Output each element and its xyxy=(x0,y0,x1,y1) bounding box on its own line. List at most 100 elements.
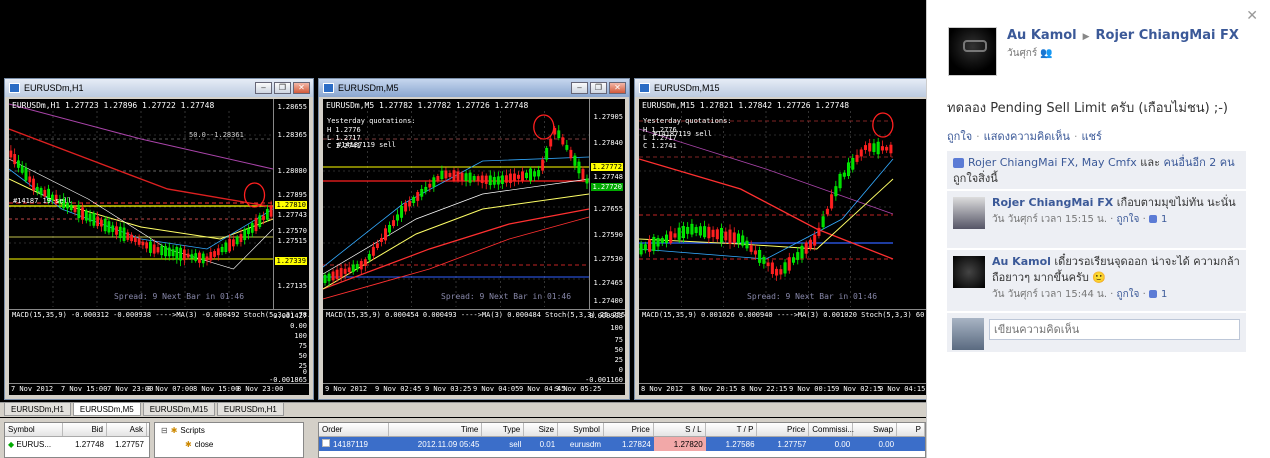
candle-body xyxy=(813,234,817,246)
candle-body xyxy=(838,173,842,189)
tab-eurusd-h1[interactable]: EURUSDm,H1 xyxy=(4,403,71,416)
price-tick: 1.27655 xyxy=(593,205,623,213)
price-chart[interactable]: EURUSDm,M15 1.27821 1.27842 1.27726 1.27… xyxy=(639,99,929,395)
column-header[interactable]: Commissi... xyxy=(809,423,854,436)
order-icon xyxy=(322,439,330,447)
commenter-name[interactable]: Rojer ChiangMai FX xyxy=(992,196,1113,209)
like-link[interactable]: ถูกใจ xyxy=(947,130,972,143)
column-header[interactable]: Symbol xyxy=(5,423,63,436)
column-header[interactable]: Price xyxy=(604,423,654,436)
candle-body xyxy=(84,210,88,221)
candle-body xyxy=(830,194,834,209)
post-time[interactable]: วันศุกร์ 👥 xyxy=(1007,46,1053,61)
take-profit-cell: 1.27586 xyxy=(725,439,755,449)
price-tick: 1.27840 xyxy=(593,139,623,147)
candle-body xyxy=(889,144,893,154)
candle-body xyxy=(855,154,859,162)
restore-button[interactable]: ❐ xyxy=(590,82,607,94)
candle-body xyxy=(732,232,736,243)
commenter-avatar[interactable] xyxy=(953,197,985,229)
price-tick: 1.27465 xyxy=(593,279,623,287)
chart-window-m5[interactable]: EURUSDm,M5 – ❐ ✕ EURUSDm,M5 1.27782 1.27… xyxy=(318,78,630,400)
tab-eurusd-h1-2[interactable]: EURUSDm,H1 xyxy=(216,403,284,416)
column-header[interactable]: Order xyxy=(319,423,389,436)
candle-body xyxy=(581,168,585,180)
candle-body xyxy=(327,273,331,282)
like-count[interactable]: 1 xyxy=(1148,289,1167,300)
comment-link[interactable]: แสดงความคิดเห็น xyxy=(984,130,1070,143)
tab-eurusd-m15[interactable]: EURUSDm,M15 xyxy=(142,403,215,416)
candle-body xyxy=(81,207,84,220)
restore-button[interactable]: ❐ xyxy=(274,82,291,94)
close-icon[interactable]: ✕ xyxy=(1246,8,1258,24)
minimize-button[interactable]: – xyxy=(255,82,272,94)
stop-loss-cell: 1.27820 xyxy=(653,437,706,451)
column-header[interactable]: T / P xyxy=(706,423,758,436)
price-chart[interactable]: EURUSDm,M5 1.27782 1.27782 1.27726 1.277… xyxy=(323,99,625,395)
chart-window-titlebar[interactable]: EURUSDm,H1 – ❐ ✕ xyxy=(5,79,313,97)
candle-body xyxy=(250,223,254,233)
others-link[interactable]: คนอื่นอีก 2 คน xyxy=(1164,156,1235,169)
column-header[interactable]: P xyxy=(897,423,925,436)
chart-window-titlebar[interactable]: EURUSDm,M5 – ❐ ✕ xyxy=(319,79,629,97)
chart-window-title: EURUSDm,M5 xyxy=(338,83,399,93)
target-link[interactable]: Rojer ChiangMai FX xyxy=(1096,28,1239,43)
candle-body xyxy=(537,170,541,177)
chart-window-titlebar[interactable]: EURUSDm,M15 xyxy=(635,79,933,97)
column-header[interactable]: Size xyxy=(524,423,559,436)
column-header[interactable]: Bid xyxy=(63,423,107,436)
candle-body xyxy=(512,173,516,182)
candle-body xyxy=(432,177,436,187)
list-item[interactable]: ✱ close xyxy=(155,437,303,451)
chart-window-h1[interactable]: EURUSDm,H1 – ❐ ✕ EURUSDm,H1 1.27723 1.27… xyxy=(4,78,314,400)
candle-body xyxy=(569,149,573,159)
chart-window-m15[interactable]: EURUSDm,M15 EURUSDm,M15 1.27821 1.27842 … xyxy=(634,78,934,400)
comment-text: เกือบตามมุขไม่ทัน นะนั่น xyxy=(1116,196,1236,209)
close-button[interactable]: ✕ xyxy=(609,82,626,94)
column-header[interactable]: Type xyxy=(482,423,525,436)
commenter-avatar[interactable] xyxy=(953,256,985,288)
column-header[interactable]: S / L xyxy=(654,423,706,436)
candle-body xyxy=(412,197,416,203)
author-avatar[interactable] xyxy=(948,27,997,76)
candle-body xyxy=(209,252,213,261)
minimize-button[interactable]: – xyxy=(571,82,588,94)
candle-body xyxy=(77,204,81,219)
candle-body xyxy=(149,241,152,253)
indicator-pane: MACD(15,35,9) -0.000312 -0.000938 ---->M… xyxy=(9,309,309,385)
column-header[interactable]: Ask xyxy=(107,423,147,436)
likers-link[interactable]: Rojer ChiangMai FX, May Cmfx xyxy=(968,156,1137,169)
column-header[interactable]: Swap xyxy=(853,423,898,436)
candle-body xyxy=(359,260,363,270)
indicator-label: MACD(15,35,9) 0.001026 0.000940 ---->MA(… xyxy=(642,311,929,319)
column-header[interactable]: Symbol xyxy=(558,423,604,436)
list-item[interactable]: ⊟ ✱ Scripts xyxy=(155,423,303,437)
comment-input[interactable] xyxy=(989,319,1240,340)
share-link[interactable]: แชร์ xyxy=(1081,130,1101,143)
indicator-tick: 0 xyxy=(618,366,623,374)
table-row[interactable]: ◆ EURUS... 1.27748 1.27757 xyxy=(5,437,149,451)
candle-body xyxy=(817,227,821,236)
collapse-icon: ⊟ xyxy=(161,425,168,435)
price-chart[interactable]: EURUSDm,H1 1.27723 1.27896 1.27722 1.277… xyxy=(9,99,309,395)
author-link[interactable]: Au Kamol xyxy=(1007,28,1077,43)
candle-body xyxy=(198,252,201,263)
tab-eurusd-m5[interactable]: EURUSDm,M5 xyxy=(72,403,141,416)
like-count[interactable]: 1 xyxy=(1148,214,1167,225)
table-row[interactable]: 14187119 2012.11.09 05:45 sell 0.01 euru… xyxy=(319,437,925,451)
column-header[interactable]: Time xyxy=(389,423,483,436)
candle-body xyxy=(92,213,96,226)
commenter-name[interactable]: Au Kamol xyxy=(992,255,1051,268)
candle-body xyxy=(521,171,524,181)
time-tick: 9 Nov 02:45 xyxy=(375,385,422,393)
candle-body xyxy=(707,226,711,239)
column-header[interactable]: Price xyxy=(757,423,810,436)
like-link[interactable]: ถูกใจ xyxy=(1117,289,1140,300)
candle-body xyxy=(476,176,480,182)
candle-body xyxy=(428,183,432,188)
candle-body xyxy=(388,225,391,233)
candle-body xyxy=(825,208,829,215)
close-button[interactable]: ✕ xyxy=(293,82,310,94)
like-link[interactable]: ถูกใจ xyxy=(1117,214,1140,225)
candle-body xyxy=(164,246,167,257)
